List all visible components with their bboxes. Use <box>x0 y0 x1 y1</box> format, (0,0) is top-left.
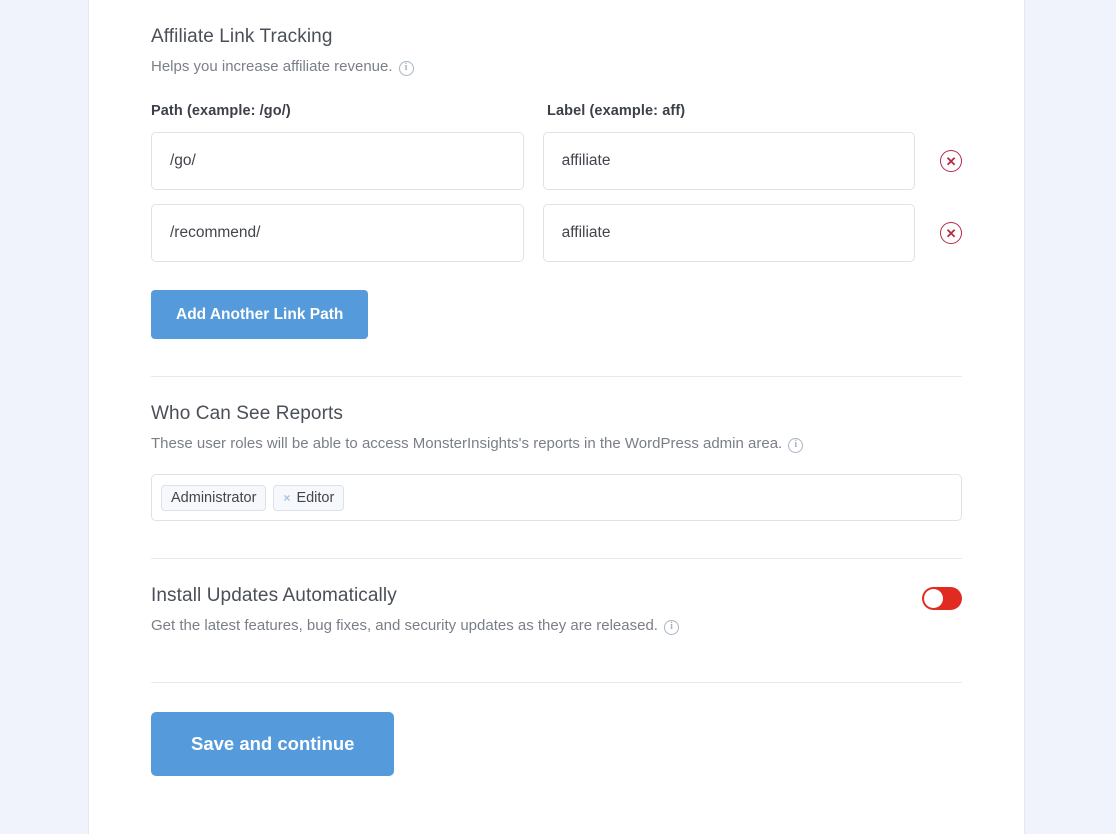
path-input-1[interactable]: /recommend/ <box>151 204 524 262</box>
info-icon[interactable]: i <box>663 619 679 635</box>
user-roles-select[interactable]: Administrator × Editor <box>151 474 962 521</box>
role-tag-editor[interactable]: × Editor <box>273 484 345 511</box>
updates-description-text: Get the latest features, bug fixes, and … <box>151 617 658 634</box>
reports-section-title: Who Can See Reports <box>151 403 343 424</box>
settings-card: Affiliate Link Tracking Helps you increa… <box>88 0 1025 834</box>
settings-content: Affiliate Link Tracking Helps you increa… <box>89 0 1024 776</box>
path-input-0[interactable]: /go/ <box>151 132 524 190</box>
affiliate-section-title: Affiliate Link Tracking <box>151 26 333 47</box>
label-input-1[interactable]: affiliate <box>542 204 916 262</box>
remove-circle-icon[interactable]: ✕ <box>940 150 962 172</box>
who-can-see-reports-section: Who Can See Reports These user roles wil… <box>151 377 962 521</box>
affiliate-column-headers: Path (example: /go/) Label (example: aff… <box>151 103 962 119</box>
reports-description-text: These user roles will be able to access … <box>151 435 783 452</box>
affiliate-link-tracking-section: Affiliate Link Tracking Helps you increa… <box>151 0 962 339</box>
toggle-knob <box>924 589 943 608</box>
reports-section-description: These user roles will be able to access … <box>151 427 962 455</box>
add-another-link-path-button[interactable]: Add Another Link Path <box>151 290 369 339</box>
page-root: Affiliate Link Tracking Helps you increa… <box>0 0 1116 834</box>
role-tag-label: Editor <box>296 489 335 506</box>
updates-section-title: Install Updates Automatically <box>151 585 397 606</box>
role-tag-label: Administrator <box>171 489 257 506</box>
divider <box>151 558 962 559</box>
role-tag-administrator[interactable]: Administrator <box>161 484 267 511</box>
affiliate-description-text: Helps you increase affiliate revenue. <box>151 58 393 75</box>
link-path-row: /go/ affiliate ✕ <box>151 132 962 190</box>
link-path-row: /recommend/ affiliate ✕ <box>151 204 962 262</box>
install-updates-section: Install Updates Automatically Get the la… <box>151 583 962 637</box>
install-updates-toggle[interactable] <box>922 587 962 610</box>
info-icon[interactable]: i <box>398 60 414 76</box>
column-header-label: Label (example: aff) <box>547 103 686 119</box>
divider <box>151 682 962 683</box>
info-icon[interactable]: i <box>788 437 804 453</box>
remove-circle-icon[interactable]: ✕ <box>940 222 962 244</box>
label-input-0[interactable]: affiliate <box>542 132 916 190</box>
save-and-continue-button[interactable]: Save and continue <box>151 712 395 776</box>
updates-section-description: Get the latest features, bug fixes, and … <box>151 609 962 637</box>
affiliate-section-description: Helps you increase affiliate revenue. i <box>151 50 962 78</box>
close-icon[interactable]: × <box>283 492 290 504</box>
column-header-path: Path (example: /go/) <box>151 103 291 119</box>
